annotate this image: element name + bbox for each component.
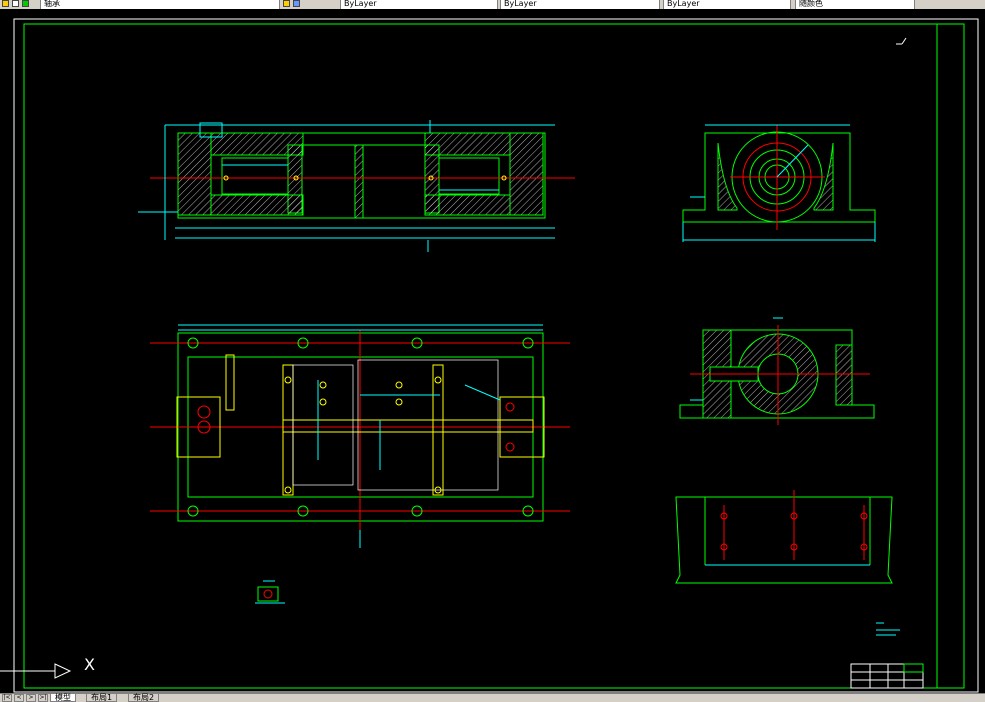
layer-previous-icon[interactable]: [293, 0, 300, 7]
layer-name: 轴承: [44, 0, 60, 8]
layer-freeze-icon[interactable]: [12, 0, 19, 7]
layer-state-icon[interactable]: [2, 0, 9, 7]
layer-dropdown[interactable]: 轴承: [40, 0, 280, 9]
plotstyle-dropdown[interactable]: 随颜色: [795, 0, 915, 9]
roughness-symbol-icon: [896, 37, 907, 45]
tab-model[interactable]: 模型: [50, 694, 76, 702]
detail-view: [675, 490, 893, 584]
ucs-x-axis-label: X: [84, 655, 95, 674]
lineweight-value: ByLayer: [667, 0, 700, 8]
color-dropdown[interactable]: ByLayer: [340, 0, 498, 9]
linetype-dropdown[interactable]: ByLayer: [500, 0, 660, 9]
make-layer-current-icon[interactable]: [283, 0, 290, 7]
title-block: [850, 663, 924, 689]
plan-view: [150, 324, 570, 548]
layout-tab-bar: |< < > >| 模型 布局1 布局2: [0, 693, 985, 702]
linetype-value: ByLayer: [504, 0, 537, 8]
technical-notes: [876, 622, 900, 636]
last-tab-icon[interactable]: >|: [38, 694, 48, 702]
layer-color-icon[interactable]: [22, 0, 29, 7]
tab-layout2[interactable]: 布局2: [128, 694, 160, 702]
model-space-canvas[interactable]: [0, 9, 985, 693]
side-view: [682, 124, 876, 242]
plotstyle-value: 随颜色: [799, 0, 823, 8]
small-detail-view: [255, 580, 285, 604]
first-tab-icon[interactable]: |<: [2, 694, 12, 702]
ucs-icon: [0, 663, 72, 679]
lineweight-dropdown[interactable]: ByLayer: [663, 0, 791, 9]
front-section-view: [138, 120, 575, 252]
drawing-border: [13, 18, 979, 693]
tab-layout1[interactable]: 布局1: [86, 694, 118, 702]
cross-section-view: [679, 317, 875, 425]
properties-toolbar: 轴承 ByLayer ByLayer ByLayer 随颜色: [0, 0, 985, 9]
prev-tab-icon[interactable]: <: [14, 694, 24, 702]
color-value: ByLayer: [344, 0, 377, 8]
next-tab-icon[interactable]: >: [26, 694, 36, 702]
